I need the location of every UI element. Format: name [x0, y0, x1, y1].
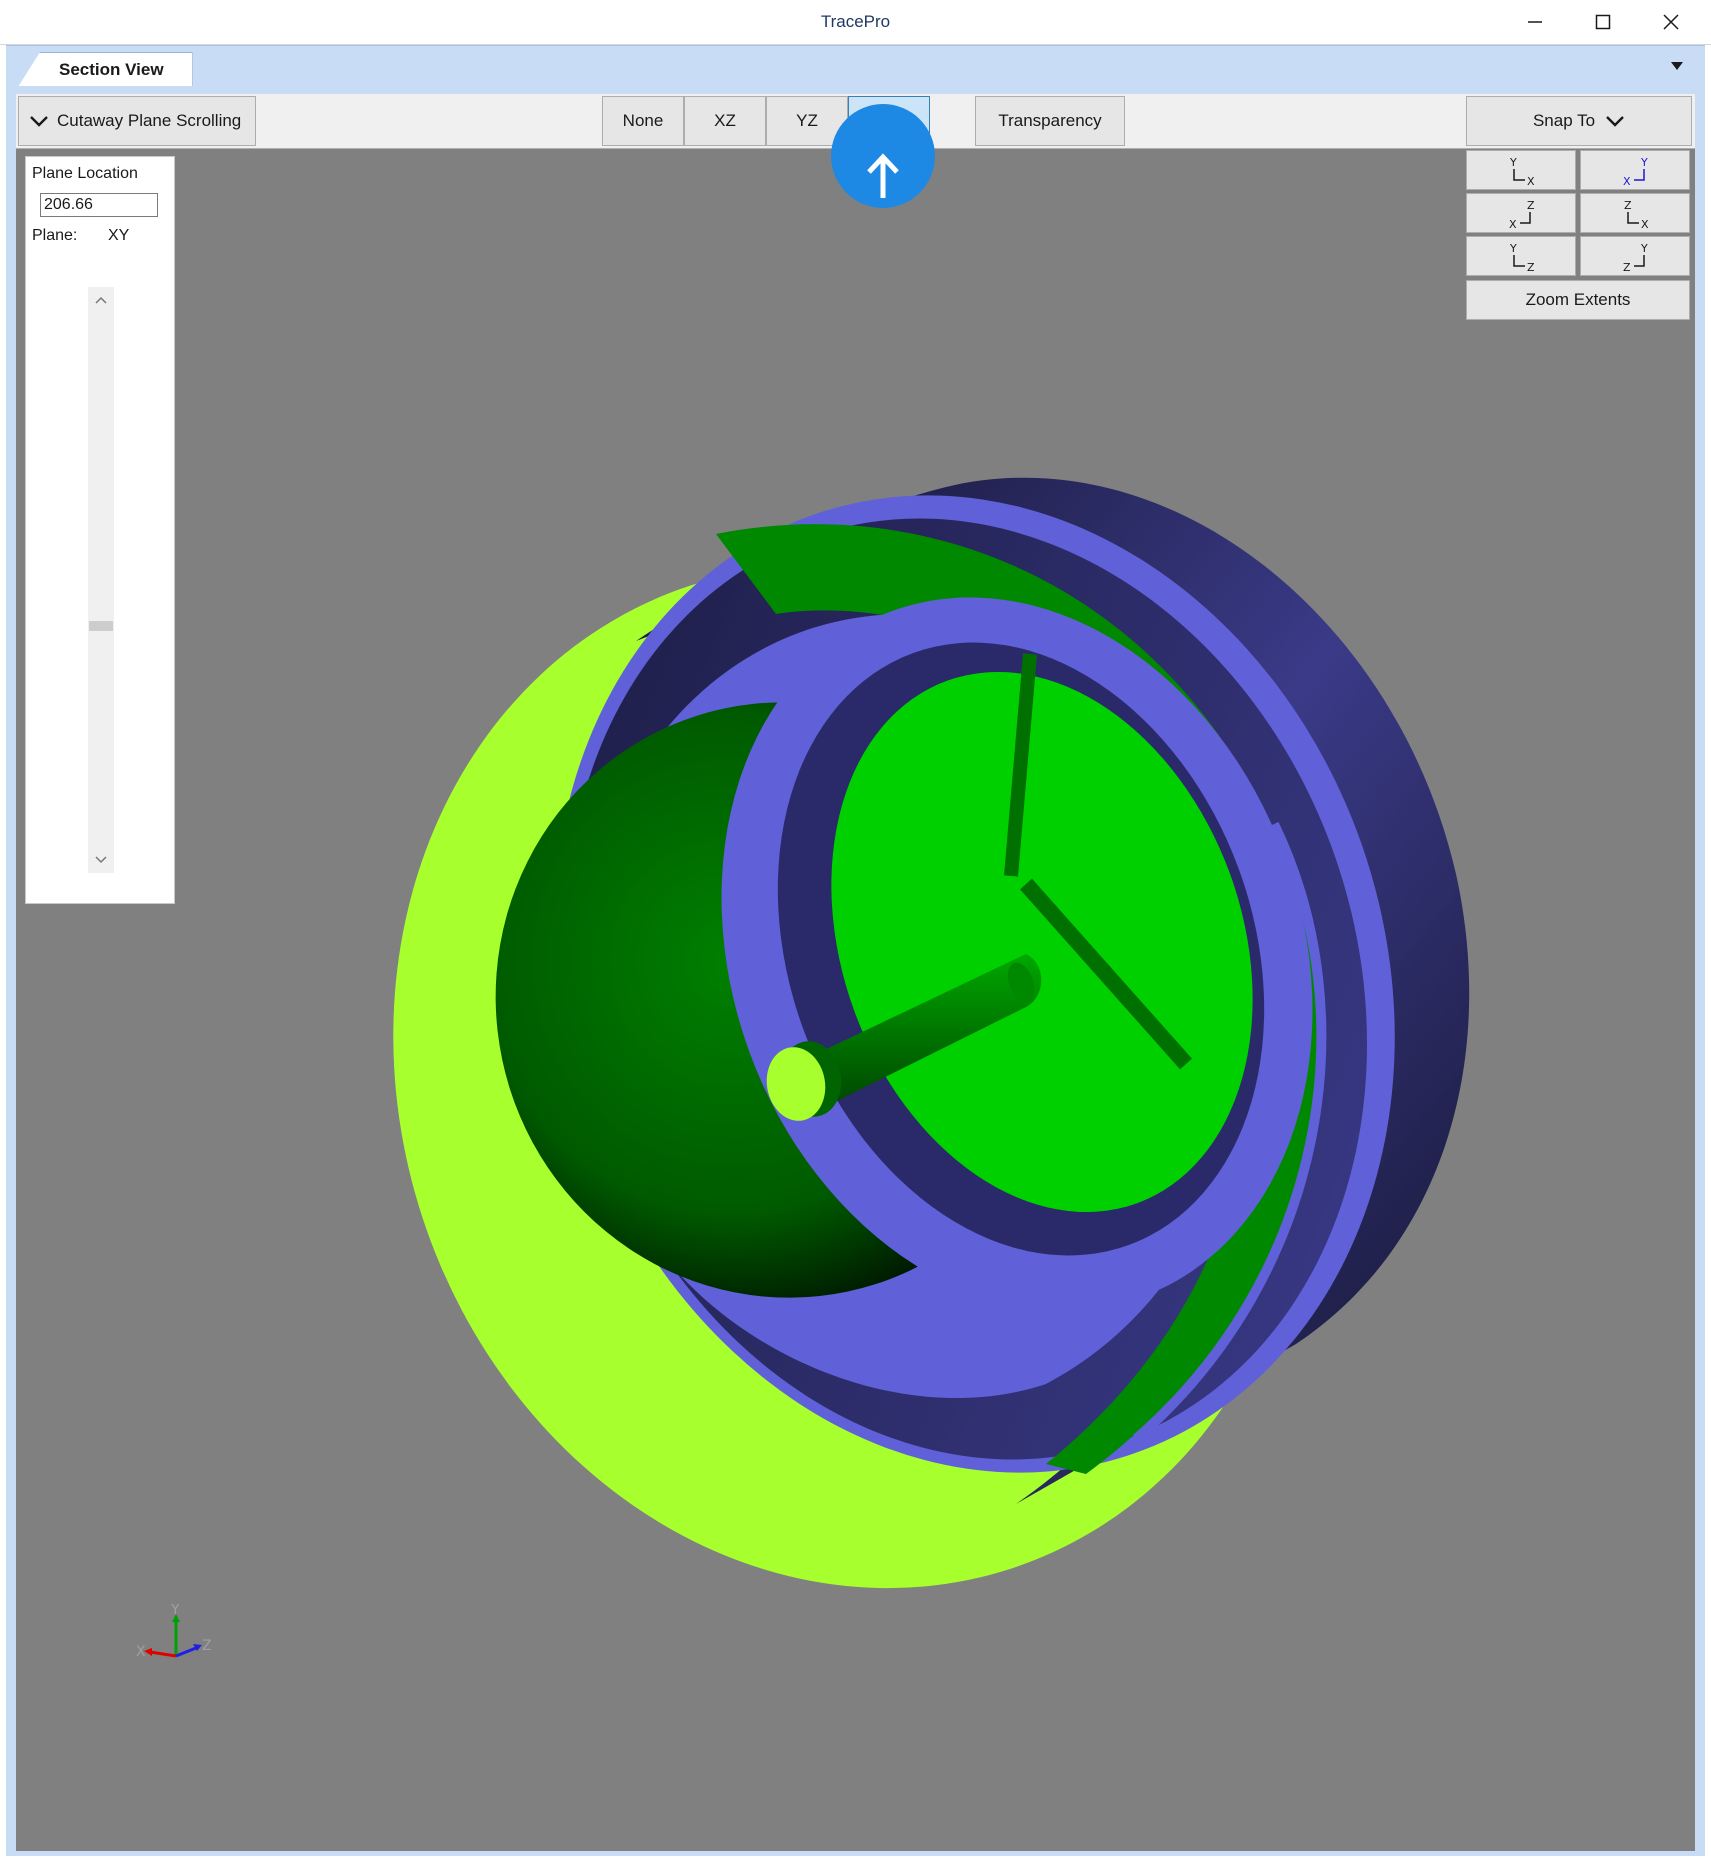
- x-axis-label: X: [136, 1644, 146, 1660]
- z-axis-label: Z: [202, 1638, 212, 1654]
- minimize-icon: [1528, 21, 1542, 23]
- snap-to-label: Snap To: [1532, 111, 1596, 130]
- transparency-label: Transparency: [998, 111, 1102, 130]
- plane-location-label: Plane Location: [32, 165, 138, 182]
- cutaway-panel: Plane Location Plane: XY: [25, 156, 175, 904]
- x-axis-line: [149, 1650, 177, 1658]
- plane-yz-label: YZ: [796, 111, 818, 130]
- title-bar: TracePro: [0, 0, 1711, 45]
- tab-menu-button[interactable]: [1667, 56, 1687, 76]
- axis-xz-icon: Z X: [1509, 199, 1535, 231]
- scroll-thumb[interactable]: [89, 621, 113, 631]
- svg-text:Y: Y: [1640, 156, 1648, 169]
- svg-text:X: X: [1509, 218, 1517, 231]
- axis-yx-icon: Y X: [1509, 156, 1535, 188]
- snap-view-grid: Y X Y X Z X Z X Y Z Y Z Zoom Extents: [1466, 150, 1692, 320]
- model-scene[interactable]: [16, 94, 1695, 1851]
- scroll-down-button[interactable]: [88, 847, 114, 873]
- plane-xz-label: XZ: [714, 111, 736, 130]
- snap-to-button[interactable]: Snap To: [1466, 96, 1692, 146]
- axis-zy-icon: Y Z: [1623, 242, 1648, 274]
- plane-none-label: None: [622, 111, 664, 130]
- axis-triad: Y X Z: [136, 1604, 212, 1660]
- close-button[interactable]: [1637, 0, 1705, 44]
- svg-text:Y: Y: [1509, 156, 1517, 169]
- plane-none-button[interactable]: None: [602, 96, 684, 146]
- caret-down-icon: [1671, 62, 1683, 70]
- z-axis-line: [175, 1646, 197, 1658]
- snap-view-z-up-x-left[interactable]: Z X: [1466, 193, 1576, 233]
- maximize-button[interactable]: [1569, 0, 1637, 44]
- chevron-down-icon: [1606, 116, 1624, 127]
- tab-label: Section View: [59, 60, 164, 79]
- chevron-down-icon: [30, 116, 48, 127]
- zoom-extents-label: Zoom Extents: [1525, 290, 1631, 309]
- plane-value: XY: [108, 227, 130, 244]
- svg-text:Y: Y: [1640, 242, 1648, 255]
- svg-text:Z: Z: [1527, 199, 1535, 212]
- snap-view-z-up-x-right[interactable]: Z X: [1580, 193, 1690, 233]
- axis-xy-icon: Y X: [1623, 156, 1648, 188]
- svg-text:Z: Z: [1623, 261, 1631, 274]
- svg-text:Z: Z: [1624, 199, 1632, 212]
- transparency-button[interactable]: Transparency: [975, 96, 1125, 146]
- scroll-up-button[interactable]: [88, 287, 114, 313]
- snap-view-y-up-z-right[interactable]: Y Z: [1466, 236, 1576, 276]
- svg-text:Y: Y: [1509, 242, 1517, 255]
- window-title: TracePro: [820, 12, 891, 31]
- cutaway-label: Cutaway Plane Scrolling: [57, 111, 242, 130]
- axis-zx-icon: Z X: [1624, 199, 1649, 231]
- chevron-up-icon: [95, 296, 107, 304]
- minimize-button[interactable]: [1501, 0, 1569, 44]
- maximize-icon: [1595, 14, 1611, 30]
- viewport-frame: Cutaway Plane Scrolling None XZ YZ XY Tr…: [6, 86, 1705, 1856]
- flip-plane-button[interactable]: [831, 104, 935, 208]
- zoom-extents-button[interactable]: Zoom Extents: [1466, 280, 1690, 320]
- tab-section-view[interactable]: Section View: [18, 52, 193, 87]
- svg-text:X: X: [1623, 175, 1631, 188]
- close-icon: [1663, 14, 1679, 30]
- cutaway-plane-scrolling-toggle[interactable]: Cutaway Plane Scrolling: [18, 96, 256, 146]
- arrow-up-icon: [867, 153, 899, 198]
- svg-text:Z: Z: [1527, 261, 1535, 274]
- snap-view-y-up-x-right[interactable]: Y X: [1466, 150, 1576, 190]
- plane-xz-button[interactable]: XZ: [684, 96, 766, 146]
- tab-strip: Section View: [6, 45, 1705, 87]
- svg-text:X: X: [1527, 175, 1535, 188]
- plane-scrollbar[interactable]: [88, 287, 114, 873]
- section-viewport[interactable]: Cutaway Plane Scrolling None XZ YZ XY Tr…: [16, 94, 1695, 1851]
- chevron-down-icon: [95, 856, 107, 864]
- plane-location-input[interactable]: [40, 193, 158, 217]
- svg-text:X: X: [1641, 218, 1649, 231]
- plane-key-label: Plane:: [32, 227, 78, 244]
- snap-view-y-up-z-left[interactable]: Y Z: [1580, 236, 1690, 276]
- axis-yz-icon: Y Z: [1509, 242, 1535, 274]
- snap-view-y-up-x-left[interactable]: Y X: [1580, 150, 1690, 190]
- y-axis-label: Y: [170, 1604, 180, 1618]
